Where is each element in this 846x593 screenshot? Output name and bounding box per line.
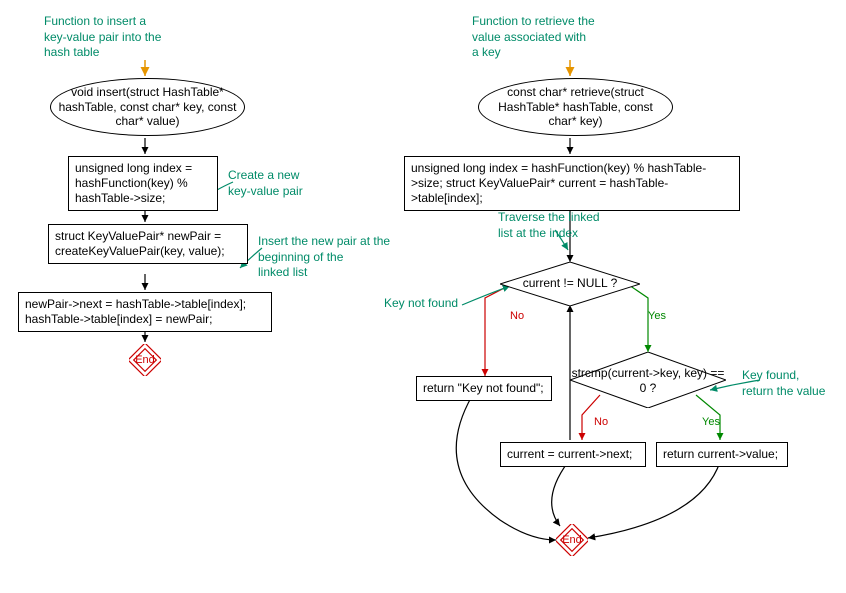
box-advance-current-text: current = current->next; (507, 447, 632, 461)
edge-strcmp-yes: Yes (702, 416, 720, 428)
start-retrieve-label: const char* retrieve(struct HashTable* h… (485, 85, 666, 128)
box-link-insert-text: newPair->next = hashTable->table[index];… (25, 297, 246, 326)
comment-create-pair: Create a new key-value pair (228, 168, 328, 199)
start-insert: void insert(struct HashTable* hashTable,… (50, 78, 245, 136)
box-hash-index-text: unsigned long index = hashFunction(key) … (75, 161, 192, 205)
box-return-value-text: return current->value; (663, 447, 778, 461)
end-insert-label: End (129, 344, 161, 376)
box-create-pair-text: struct KeyValuePair* newPair = createKey… (55, 229, 225, 258)
comment-retrieve-fn: Function to retrieve the value associate… (472, 14, 632, 61)
comment-insert-head: Insert the new pair at the beginning of … (258, 234, 418, 281)
comment-traverse: Traverse the linked list at the index (498, 210, 628, 241)
box-create-pair: struct KeyValuePair* newPair = createKey… (48, 224, 248, 264)
decision-current-null-label: current != NULL ? (500, 276, 640, 291)
box-return-notfound: return "Key not found"; (416, 376, 552, 401)
decision-current-null: current != NULL ? (500, 262, 640, 306)
end-retrieve: End (556, 524, 588, 556)
edge-null-yes: Yes (648, 310, 666, 322)
decision-strcmp-label: strcmp(current->key, key) == 0 ? (570, 366, 726, 396)
comment-insert-fn: Function to insert a key-value pair into… (44, 14, 184, 61)
box-retrieve-init: unsigned long index = hashFunction(key) … (404, 156, 740, 211)
box-return-notfound-text: return "Key not found"; (423, 381, 544, 395)
box-hash-index: unsigned long index = hashFunction(key) … (68, 156, 218, 211)
start-insert-label: void insert(struct HashTable* hashTable,… (57, 85, 238, 128)
edge-null-no: No (510, 310, 524, 322)
box-advance-current: current = current->next; (500, 442, 646, 467)
end-retrieve-label: End (556, 524, 588, 556)
end-insert: End (129, 344, 161, 376)
start-retrieve: const char* retrieve(struct HashTable* h… (478, 78, 673, 136)
edge-strcmp-no: No (594, 416, 608, 428)
box-retrieve-init-text: unsigned long index = hashFunction(key) … (411, 161, 706, 205)
decision-strcmp: strcmp(current->key, key) == 0 ? (570, 352, 726, 408)
box-return-value: return current->value; (656, 442, 788, 467)
comment-key-not-found: Key not found (384, 296, 458, 312)
comment-key-found: Key found, return the value (742, 368, 842, 399)
box-link-insert: newPair->next = hashTable->table[index];… (18, 292, 272, 332)
